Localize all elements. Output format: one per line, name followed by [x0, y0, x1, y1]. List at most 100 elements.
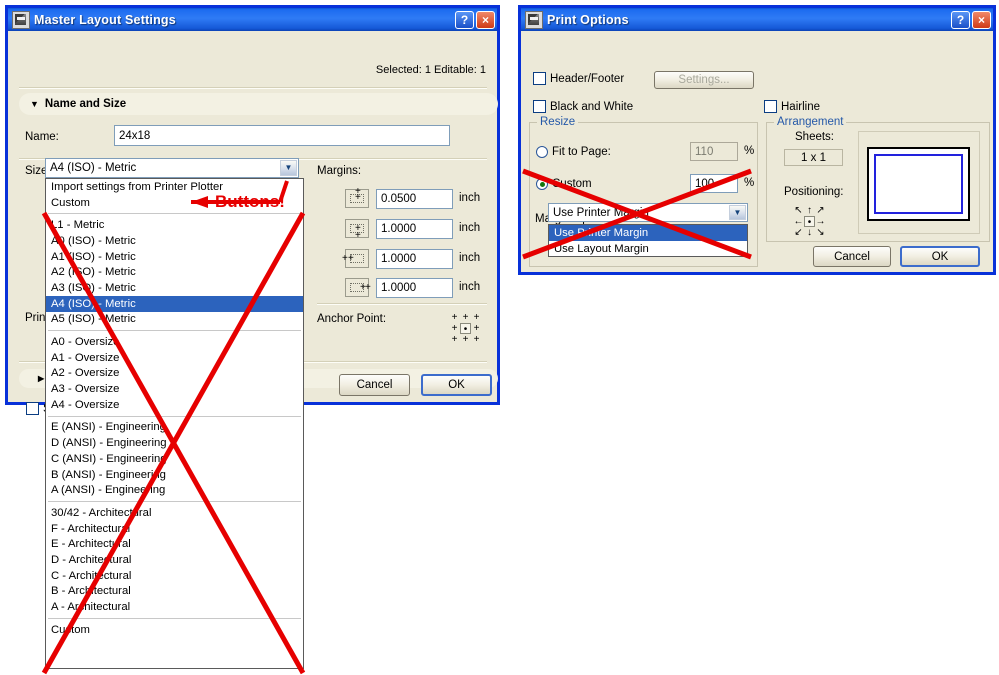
anchor-bc[interactable]: +	[460, 334, 471, 345]
name-input-value: 24x18	[119, 129, 151, 142]
list-item[interactable]: A2 (ISO) - Metric	[46, 264, 303, 280]
list-item[interactable]: A0 - Oversize	[46, 334, 303, 350]
header-footer-row[interactable]: Header/Footer	[533, 72, 624, 85]
list-item[interactable]: B (ANSI) - Engineering	[46, 467, 303, 483]
list-item[interactable]: D - Architectural	[46, 552, 303, 568]
list-item[interactable]: A2 - Oversize	[46, 366, 303, 382]
position-ml[interactable]: ←	[793, 216, 804, 227]
margin-options-dropdown-list[interactable]: Use Printer Margin Use Layout Margin	[548, 224, 748, 257]
size-combobox[interactable]: A4 (ISO) - Metric ▼	[45, 158, 299, 178]
margin-bottom-input[interactable]: 1.0000	[376, 219, 453, 239]
header-footer-label: Header/Footer	[550, 72, 625, 85]
list-item[interactable]: E - Architectural	[46, 536, 303, 552]
anchor-tc[interactable]: +	[460, 312, 471, 323]
chevron-down-icon[interactable]: ▼	[729, 205, 746, 220]
anchor-bl[interactable]: +	[449, 334, 460, 345]
list-item[interactable]: A3 - Oversize	[46, 381, 303, 397]
position-bl[interactable]: ↙	[793, 227, 804, 238]
help-button[interactable]: ?	[455, 10, 474, 29]
custom-resize-input[interactable]: 100	[690, 174, 738, 193]
name-input[interactable]: 24x18	[114, 125, 450, 146]
position-tc[interactable]: ↑	[804, 205, 815, 216]
hairline-row[interactable]: Hairline	[764, 100, 820, 113]
list-item[interactable]: L1 - Metric	[46, 217, 303, 233]
black-and-white-label: Black and White	[550, 100, 634, 113]
anchor-tr[interactable]: +	[471, 312, 482, 323]
rollup-label: Name and Size	[44, 98, 127, 110]
list-item[interactable]: A1 - Oversize	[46, 350, 303, 366]
list-item[interactable]: A5 (ISO) - Metric	[46, 312, 303, 328]
anchor-center[interactable]: •	[460, 323, 471, 335]
position-br[interactable]: ↘	[815, 227, 826, 238]
list-item[interactable]: F - Architectural	[46, 521, 303, 537]
hairline-checkbox[interactable]	[764, 100, 777, 113]
position-mr[interactable]: →	[815, 216, 826, 227]
help-button[interactable]: ?	[951, 10, 970, 29]
resize-group-title: Resize	[537, 116, 579, 128]
anchor-tl[interactable]: +	[449, 312, 460, 323]
name-and-size-rollup[interactable]: ▼ Name and Size	[19, 93, 498, 115]
size-dropdown-list[interactable]: Import settings from Printer Plotter Cus…	[45, 178, 304, 669]
list-item-selected[interactable]: A4 (ISO) - Metric	[46, 295, 303, 312]
positioning-picker[interactable]: ↖ ↑ ↗ ← • → ↙ ↓ ↘	[793, 205, 826, 238]
list-item[interactable]: 30/42 - Architectural	[46, 505, 303, 521]
cancel-button[interactable]: Cancel	[339, 374, 410, 396]
list-item[interactable]: C (ANSI) - Engineering	[46, 451, 303, 467]
ok-button[interactable]: OK	[421, 374, 492, 396]
custom-resize-radio[interactable]	[536, 178, 548, 190]
anchor-br[interactable]: +	[471, 334, 482, 345]
list-item[interactable]: A4 - Oversize	[46, 397, 303, 413]
fit-to-page-input[interactable]: 110	[690, 142, 738, 161]
ok-button[interactable]: OK	[900, 246, 980, 267]
titlebar-buttons: ? ×	[455, 10, 495, 29]
custom-resize-row[interactable]: Custom	[536, 178, 592, 190]
chevron-down-icon: ▼	[30, 98, 39, 109]
margin-left-value: 1.0000	[381, 253, 417, 265]
black-and-white-row[interactable]: Black and White	[533, 100, 633, 113]
list-item[interactable]: D (ANSI) - Engineering	[46, 435, 303, 451]
list-item[interactable]: A1 (ISO) - Metric	[46, 249, 303, 265]
margin-bottom-value: 1.0000	[381, 223, 417, 235]
list-separator	[48, 213, 301, 215]
close-button[interactable]: ×	[972, 10, 991, 29]
fit-to-page-row[interactable]: Fit to Page:	[536, 146, 611, 158]
chevron-down-icon[interactable]: ▼	[280, 160, 297, 176]
position-bc[interactable]: ↓	[804, 227, 815, 238]
custom-resize-unit: %	[744, 177, 755, 189]
margin-left-input[interactable]: 1.0000	[376, 249, 453, 269]
settings-button[interactable]: Settings...	[654, 71, 754, 89]
list-item[interactable]: A - Architectural	[46, 599, 303, 615]
margin-right-input[interactable]: 1.0000	[376, 278, 453, 298]
margin-right-unit: inch	[459, 281, 481, 293]
anchor-mr[interactable]: +	[471, 323, 482, 334]
anchor-ml[interactable]: +	[449, 323, 460, 334]
list-item[interactable]: E (ANSI) - Engineering	[46, 420, 303, 436]
fit-to-page-unit: %	[744, 145, 755, 157]
dialog-title: Master Layout Settings	[34, 12, 176, 27]
list-item[interactable]: Custom	[46, 622, 303, 638]
list-item-selected[interactable]: Use Printer Margin	[549, 225, 747, 241]
page-preview	[858, 131, 980, 234]
fit-to-page-radio[interactable]	[536, 146, 548, 158]
margin-options-combobox[interactable]: Use Printer Margin ▼	[548, 203, 748, 222]
list-item[interactable]: Use Layout Margin	[549, 241, 747, 257]
position-center[interactable]: •	[804, 216, 815, 228]
position-tl[interactable]: ↖	[793, 205, 804, 216]
preview-sheet	[867, 147, 970, 221]
sheets-value-text: 1 x 1	[801, 151, 826, 164]
list-item[interactable]: A3 (ISO) - Metric	[46, 280, 303, 296]
list-separator	[48, 617, 301, 619]
bottom-checkbox[interactable]	[26, 402, 39, 415]
list-item[interactable]: A (ANSI) - Engineering	[46, 482, 303, 498]
list-item[interactable]: C - Architectural	[46, 568, 303, 584]
list-item[interactable]: B - Architectural	[46, 584, 303, 600]
cancel-button[interactable]: Cancel	[813, 246, 891, 267]
header-footer-checkbox[interactable]	[533, 72, 546, 85]
app-icon	[525, 10, 543, 29]
black-and-white-checkbox[interactable]	[533, 100, 546, 113]
anchor-point-picker[interactable]: + + + + • + + + +	[449, 312, 482, 345]
list-item[interactable]: A0 (ISO) - Metric	[46, 233, 303, 249]
margin-top-input[interactable]: 0.0500	[376, 189, 453, 209]
close-button[interactable]: ×	[476, 10, 495, 29]
position-tr[interactable]: ↗	[815, 205, 826, 216]
